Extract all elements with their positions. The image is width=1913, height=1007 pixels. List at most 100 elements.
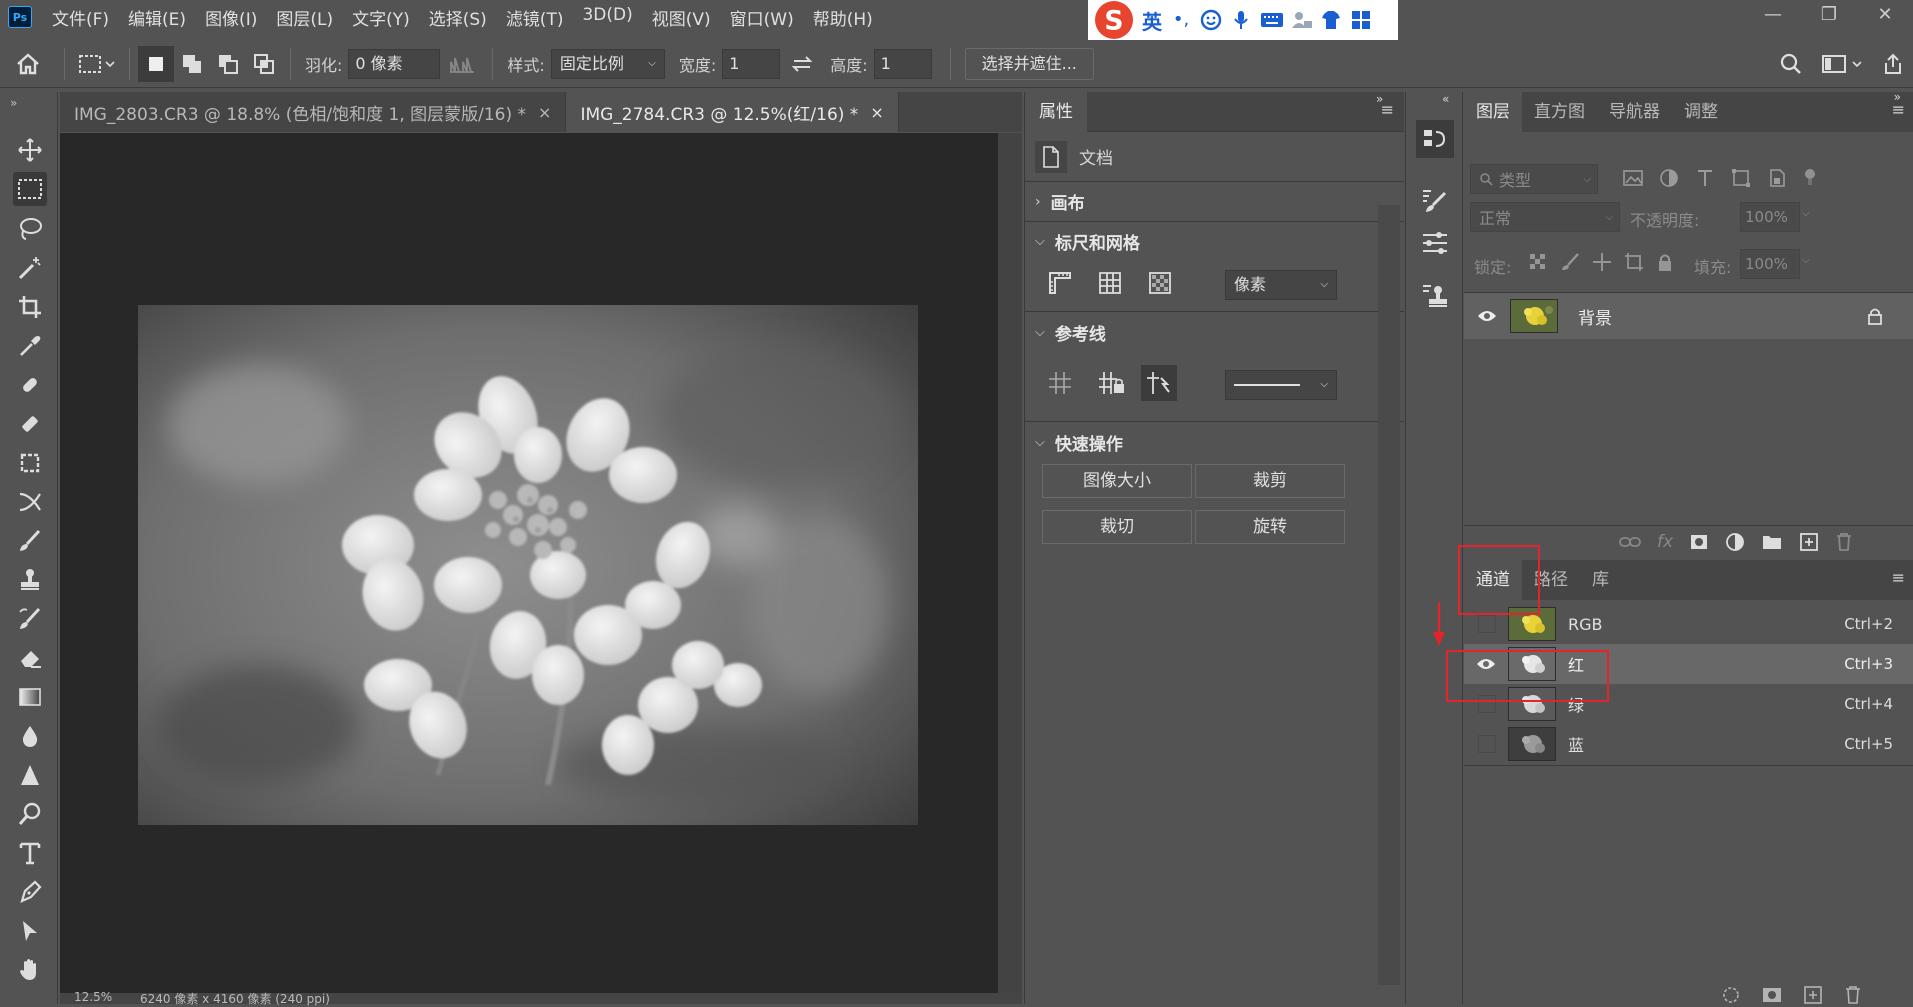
panel-menu-icon[interactable]: ≡ [1892,100,1905,119]
lock-artboard-icon[interactable] [1624,252,1644,272]
history-panel-icon[interactable] [1416,120,1454,158]
menu-layer[interactable]: 图层(L) [276,5,333,30]
chevron-down-icon[interactable]: ⌵ [1802,208,1810,219]
magic-wand-icon[interactable] [13,251,47,285]
chevron-down-icon[interactable]: ⌵ [1802,255,1810,266]
guide-style-select[interactable]: ⌵ [1225,370,1337,400]
tab-libraries[interactable]: 库 [1580,560,1621,600]
clone-source-icon[interactable] [1416,277,1454,315]
clone-stamp-icon[interactable] [13,563,47,597]
shape-filter-icon[interactable] [1730,168,1752,188]
move-tool-icon[interactable] [13,133,47,167]
layer-filter-select[interactable]: 类型 ⌵ [1470,164,1598,194]
lock-guides-icon[interactable] [1097,370,1127,396]
tab-img-2803[interactable]: IMG_2803.CR3 @ 18.8% (色相/饱和度 1, 图层蒙版/16)… [60,92,567,132]
search-icon[interactable] [1769,46,1813,82]
new-layer-icon[interactable] [1799,532,1819,552]
canvas-vertical-scrollbar[interactable] [998,133,1022,993]
microphone-icon[interactable] [1230,9,1252,31]
gradient-tool-icon[interactable] [13,680,47,714]
toolbox-grid-icon[interactable] [1350,9,1372,31]
menu-image[interactable]: 图像(I) [205,5,257,30]
type-filter-icon[interactable] [1694,168,1716,188]
pen-tool-icon[interactable] [13,875,47,909]
keyboard-icon[interactable] [1260,9,1283,31]
tab-navigator[interactable]: 导航器 [1597,92,1672,132]
history-brush-icon[interactable] [13,602,47,636]
sharpen-tool-icon[interactable] [13,758,47,792]
collapse-panels-icon[interactable]: » [1376,92,1383,106]
blend-mode-select[interactable]: 正常 ⌵ [1470,202,1620,232]
lock-position-icon[interactable] [1592,252,1612,272]
eraser-tool-icon[interactable] [13,641,47,675]
tab-adjustments[interactable]: 调整 [1672,92,1730,132]
rectangular-marquee-icon[interactable] [13,172,47,206]
grid-icon[interactable] [1097,270,1123,296]
smart-object-filter-icon[interactable] [1766,168,1788,188]
crop-button[interactable]: 裁剪 [1195,464,1345,498]
add-selection-icon[interactable] [174,46,210,82]
type-tool-icon[interactable] [13,836,47,870]
menu-help[interactable]: 帮助(H) [813,5,873,30]
style-select[interactable]: 固定比例 ⌵ [550,48,665,79]
image-size-button[interactable]: 图像大小 [1042,464,1192,498]
workspace-icon[interactable] [1813,46,1873,82]
home-icon[interactable] [0,46,56,82]
collapse-toolbar-icon[interactable]: » [10,96,17,110]
chevron-down-icon[interactable]: ⌵ [1035,435,1045,450]
content-aware-move-icon[interactable] [13,446,47,480]
opacity-input[interactable]: 100% [1740,202,1800,232]
document-image[interactable] [138,305,918,825]
menu-3d[interactable]: 3D(D) [582,5,632,30]
rotate-button[interactable]: 旋转 [1195,510,1345,544]
properties-scrollbar[interactable] [1378,205,1400,985]
eyedropper-icon[interactable] [13,329,47,363]
menu-view[interactable]: 视图(V) [652,5,711,30]
brush-tool-icon[interactable] [13,524,47,558]
menu-type[interactable]: 文字(Y) [352,5,410,30]
marquee-preset-icon[interactable] [73,46,121,82]
lock-all-icon[interactable] [1656,252,1674,272]
chevron-down-icon[interactable]: ⌵ [1035,234,1045,249]
ruler-icon[interactable] [1047,270,1073,296]
eye-icon[interactable] [1464,309,1510,323]
new-group-icon[interactable] [1761,532,1783,552]
minimize-button[interactable]: — [1745,0,1801,30]
zoom-level[interactable]: 12.5% [74,990,112,1004]
restore-button[interactable]: ❐ [1801,0,1857,30]
blur-tool-icon[interactable] [13,719,47,753]
close-button[interactable]: ✕ [1857,0,1913,30]
expand-panels-icon[interactable]: « [1442,92,1449,106]
lock-pixels-icon[interactable] [1560,252,1580,272]
lock-transparent-icon[interactable] [1528,252,1548,272]
tab-layers[interactable]: 图层 [1464,92,1522,132]
trim-button[interactable]: 裁切 [1042,510,1192,544]
crop-tool-icon[interactable] [13,290,47,324]
link-layers-icon[interactable] [1619,532,1641,552]
brush-settings-icon[interactable] [1416,182,1454,220]
hand-tool-icon[interactable] [13,953,47,987]
path-selection-icon[interactable] [13,914,47,948]
fill-input[interactable]: 100% [1740,249,1800,279]
brush-presets-icon[interactable] [1416,224,1454,262]
emoji-icon[interactable] [1200,9,1222,31]
subtract-selection-icon[interactable] [210,46,246,82]
adjustment-layer-icon[interactable] [1725,532,1745,552]
section-canvas[interactable]: › 画布 [1025,182,1404,222]
anti-alias-icon[interactable] [440,46,484,82]
menu-window[interactable]: 窗口(W) [730,5,794,30]
swap-width-height-icon[interactable] [780,46,824,82]
units-select[interactable]: 像素 ⌵ [1225,270,1337,300]
load-channel-selection-icon[interactable] [1722,986,1740,1004]
visibility-checkbox[interactable] [1478,615,1496,633]
skin-shirt-icon[interactable] [1320,9,1342,31]
share-icon[interactable] [1873,46,1913,82]
close-icon[interactable]: × [870,103,883,122]
panel-menu-icon[interactable]: ≡ [1892,568,1905,587]
select-and-mask-button[interactable]: 选择并遮住... [964,47,1094,80]
pixel-filter-icon[interactable] [1622,168,1644,188]
menu-file[interactable]: 文件(F) [52,5,109,30]
delete-channel-icon[interactable] [1844,986,1862,1004]
feather-input[interactable]: 0 像素 [348,48,441,79]
tab-img-2784[interactable]: IMG_2784.CR3 @ 12.5%(红/16) * × [566,92,899,132]
